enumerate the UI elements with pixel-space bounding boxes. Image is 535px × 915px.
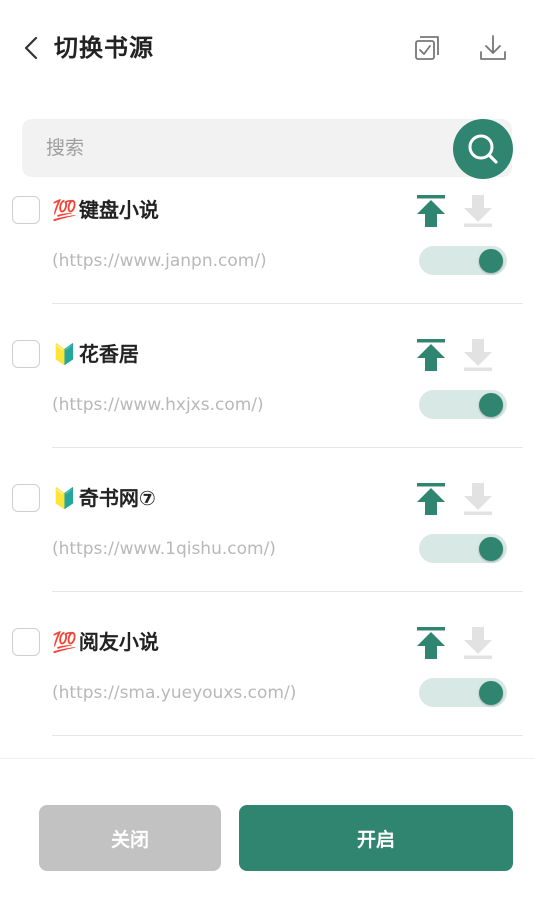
source-enable-toggle[interactable] [419,246,507,275]
move-to-bottom-button[interactable] [463,482,493,516]
search-button[interactable] [453,119,513,179]
list-item: 🔰 花香居 (https://www.hxjxs.com/) [0,324,535,468]
search-box [22,119,512,177]
move-to-bottom-icon [464,627,492,659]
bottom-action-bar: 关闭 开启 [0,758,535,915]
move-to-bottom-button[interactable] [463,194,493,228]
page-title: 切换书源 [54,34,154,62]
source-badge: 💯 [52,198,77,222]
source-enable-toggle[interactable] [419,534,507,563]
divider [52,735,523,736]
list-item: 💯 阅友小说 (https://sma.yueyouxs.com/) [0,612,535,756]
move-to-bottom-icon [464,483,492,515]
checkbox-stack-icon [415,36,439,60]
list-item: 💯 键盘小说 (https://www.janpn.com/) [0,180,535,324]
toggle-knob [479,393,503,417]
divider [52,447,523,448]
move-to-top-button[interactable] [416,338,446,372]
source-badge: 🔰 [52,486,77,510]
move-to-top-icon [417,627,445,659]
toggle-knob [479,537,503,561]
move-to-top-icon [417,339,445,371]
close-button[interactable]: 关闭 [39,805,221,871]
move-to-bottom-button[interactable] [463,338,493,372]
source-checkbox[interactable] [12,484,40,512]
source-checkbox[interactable] [12,196,40,224]
source-checkbox[interactable] [12,628,40,656]
toggle-knob [479,249,503,273]
select-all-button[interactable] [411,32,443,64]
move-to-bottom-button[interactable] [463,626,493,660]
move-to-top-icon [417,195,445,227]
download-icon [480,35,506,60]
move-to-top-button[interactable] [416,194,446,228]
source-enable-toggle[interactable] [419,390,507,419]
chevron-left-icon [24,36,38,60]
search-input[interactable] [46,119,446,177]
divider [52,591,523,592]
toggle-knob [479,681,503,705]
import-button[interactable] [477,32,509,64]
source-url: (https://www.1qishu.com/) [52,539,276,559]
switch-source-screen: 切换书源 💯 键盘小说 (https://ww [0,0,535,915]
source-name-row: 🔰 奇书网⑦ [52,482,156,514]
move-to-top-icon [417,483,445,515]
source-badge: 🔰 [52,342,77,366]
search-icon [468,134,498,164]
source-checkbox[interactable] [12,340,40,368]
source-enable-toggle[interactable] [419,678,507,707]
source-list: 💯 键盘小说 (https://www.janpn.com/) 🔰 花香居 (h… [0,180,535,758]
list-item: 🔰 奇书网⑦ (https://www.1qishu.com/) [0,468,535,612]
source-badge: 💯 [52,630,77,654]
enable-button[interactable]: 开启 [239,805,513,871]
move-to-bottom-icon [464,339,492,371]
source-name: 键盘小说 [78,198,159,222]
source-url: (https://sma.yueyouxs.com/) [52,683,297,703]
source-name: 花香居 [78,342,139,366]
source-url: (https://www.hxjxs.com/) [52,395,264,415]
source-name-row: 🔰 花香居 [52,338,139,370]
source-url: (https://www.janpn.com/) [52,251,267,271]
source-name-row: 💯 阅友小说 [52,626,159,658]
source-name: 阅友小说 [78,630,159,654]
move-to-top-button[interactable] [416,626,446,660]
divider [52,303,523,304]
source-name: 奇书网⑦ [78,486,156,510]
back-button[interactable] [16,32,48,64]
move-to-bottom-icon [464,195,492,227]
move-to-top-button[interactable] [416,482,446,516]
source-name-row: 💯 键盘小说 [52,194,159,226]
